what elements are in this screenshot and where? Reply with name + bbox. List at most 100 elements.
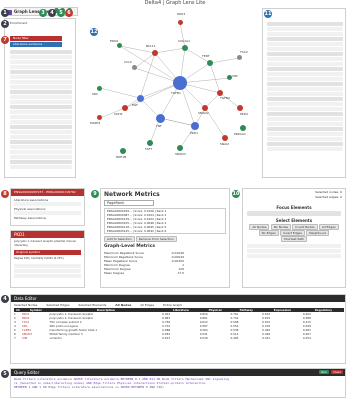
setting-row[interactable] xyxy=(267,137,343,141)
add-to-selection-button[interactable]: Add to Selection xyxy=(104,236,135,242)
graph-node-tnf[interactable] xyxy=(156,114,165,123)
selection-row[interactable] xyxy=(247,244,341,248)
setting-row[interactable] xyxy=(267,57,343,61)
graph-node-cdh2[interactable] xyxy=(122,105,128,111)
graph-node-prkaa1[interactable] xyxy=(240,125,246,131)
metrics-list-item[interactable]: ENSG00000125... | Score: 0.0092 | Rank 6 xyxy=(105,229,225,233)
setting-row[interactable] xyxy=(267,142,343,146)
tab-all-nodes[interactable]: All Nodes xyxy=(115,303,131,307)
filter-row[interactable] xyxy=(10,120,72,124)
filter-row[interactable] xyxy=(10,135,72,139)
filter-row[interactable] xyxy=(10,65,72,69)
tab-selected-edges[interactable]: Selected Edges xyxy=(46,303,69,307)
setting-row[interactable] xyxy=(267,127,343,131)
graph-node-ccl2[interactable] xyxy=(132,65,137,70)
setting-row[interactable] xyxy=(267,97,343,101)
filter-row[interactable] xyxy=(10,115,72,119)
graph-node-snai2[interactable] xyxy=(222,135,228,141)
filter-row[interactable] xyxy=(10,150,72,154)
setting-row[interactable] xyxy=(267,132,343,136)
filter-row[interactable] xyxy=(10,55,72,59)
table-cell[interactable]: 0.431 xyxy=(262,336,303,340)
setting-row[interactable] xyxy=(267,112,343,116)
remove-from-selection-button[interactable]: Remove from Selection xyxy=(135,236,177,242)
graph-node-src[interactable] xyxy=(97,86,102,91)
filter-row[interactable] xyxy=(10,70,72,74)
metric-select[interactable]: PageRank xyxy=(104,200,154,206)
filter-row[interactable] xyxy=(10,145,72,149)
filter-row[interactable] xyxy=(10,130,72,134)
table-row[interactable]: 7 VIM vimentin 0.613 0.518 0.495 0.431 0.254 xyxy=(14,336,344,340)
tab-selected-nodes[interactable]: Selected Nodes xyxy=(14,303,37,307)
tab-all-edges[interactable]: All Edges xyxy=(140,303,154,307)
selection-row[interactable] xyxy=(247,249,341,253)
enrichment-toggle[interactable]: Enrichment xyxy=(10,21,27,25)
graph-node-bcl11[interactable] xyxy=(152,50,158,56)
graph-node-edn1[interactable] xyxy=(117,43,122,48)
filter-row[interactable] xyxy=(10,110,72,114)
graph-node-mapk3[interactable] xyxy=(97,115,102,120)
table-cell[interactable]: 0.613 xyxy=(162,336,200,340)
setting-row[interactable] xyxy=(267,62,343,66)
filter-row[interactable] xyxy=(10,60,72,64)
filter-row[interactable] xyxy=(10,75,72,79)
setting-row[interactable] xyxy=(267,32,343,36)
clear-button[interactable]: Clear xyxy=(331,370,343,374)
setting-row[interactable] xyxy=(267,47,343,51)
setting-row[interactable] xyxy=(267,117,343,121)
table-cell[interactable]: VIM xyxy=(22,336,50,340)
graph-node-tgfb1[interactable] xyxy=(173,76,187,90)
filter-row[interactable] xyxy=(10,100,72,104)
filter-row[interactable] xyxy=(10,80,72,84)
query-line[interactable]: BETWEEN 1 AND 1 OR Edge filters Literatu… xyxy=(14,385,342,389)
setting-row[interactable] xyxy=(267,87,343,91)
table-cell[interactable]: 0.254 xyxy=(303,336,344,340)
tab-entire-graph[interactable]: Entire Graph xyxy=(163,303,182,307)
table-cell[interactable]: vimentin xyxy=(50,336,163,340)
setting-row[interactable] xyxy=(267,37,343,41)
graph-node-pkd1[interactable] xyxy=(191,122,199,130)
query-text[interactable]: Node filters Literature evidence ADPKD l… xyxy=(11,376,345,390)
tab-selected-elements[interactable]: Selected Elements xyxy=(78,303,106,307)
neighbours-button[interactable]: Neighbours xyxy=(306,230,330,236)
filter-row[interactable] xyxy=(10,125,72,129)
filter-header[interactable]: Node filter xyxy=(10,36,62,41)
graph-canvas[interactable]: DKK3 EDN1 BCL11 COL1A1 TERT CCL2 TGFB1 T… xyxy=(80,8,260,178)
graph-node-smad3[interactable] xyxy=(177,145,183,151)
setting-row[interactable] xyxy=(267,77,343,81)
filter-row[interactable] xyxy=(10,50,72,54)
graph-node-tert[interactable] xyxy=(207,60,213,66)
filter-row[interactable] xyxy=(10,95,72,99)
setting-row[interactable] xyxy=(267,122,343,126)
filter-row[interactable] xyxy=(10,160,72,164)
filter-row[interactable] xyxy=(10,140,72,144)
shortest-path-button[interactable]: Shortest Path xyxy=(280,236,308,242)
graph-node-col1a1[interactable] xyxy=(182,45,188,51)
filter-row[interactable] xyxy=(10,155,72,159)
setting-row[interactable] xyxy=(267,147,343,151)
filter-row[interactable] xyxy=(10,90,72,94)
graph-node-hnf1b[interactable] xyxy=(120,148,126,154)
graph-node-pkd2[interactable] xyxy=(237,105,243,111)
setting-row[interactable] xyxy=(267,42,343,46)
setting-row[interactable] xyxy=(267,52,343,56)
table-cell[interactable]: 0.518 xyxy=(200,336,231,340)
filter-row[interactable] xyxy=(10,165,72,169)
metrics-list[interactable]: ENSG00000169... | Score: 0.0106 | Rank 1… xyxy=(104,208,226,234)
setting-row[interactable] xyxy=(267,22,343,26)
setting-row[interactable] xyxy=(267,72,343,76)
graph-node-egf[interactable] xyxy=(137,95,144,102)
setting-row[interactable] xyxy=(267,82,343,86)
setting-row[interactable] xyxy=(267,102,343,106)
selection-row[interactable] xyxy=(247,254,341,258)
graph-node-taft[interactable] xyxy=(147,140,153,146)
no-edges-button[interactable]: No Edges xyxy=(258,230,279,236)
node-panel-1-row[interactable]: Pathway associations xyxy=(11,215,84,220)
setting-row[interactable] xyxy=(267,27,343,31)
setting-row[interactable] xyxy=(267,92,343,96)
run-button[interactable]: Run xyxy=(319,370,329,374)
graph-node-dkk3[interactable] xyxy=(178,20,183,25)
graph-node-tsc2[interactable] xyxy=(237,55,242,60)
filter-row[interactable] xyxy=(10,85,72,89)
table-cell[interactable]: 0.495 xyxy=(230,336,262,340)
